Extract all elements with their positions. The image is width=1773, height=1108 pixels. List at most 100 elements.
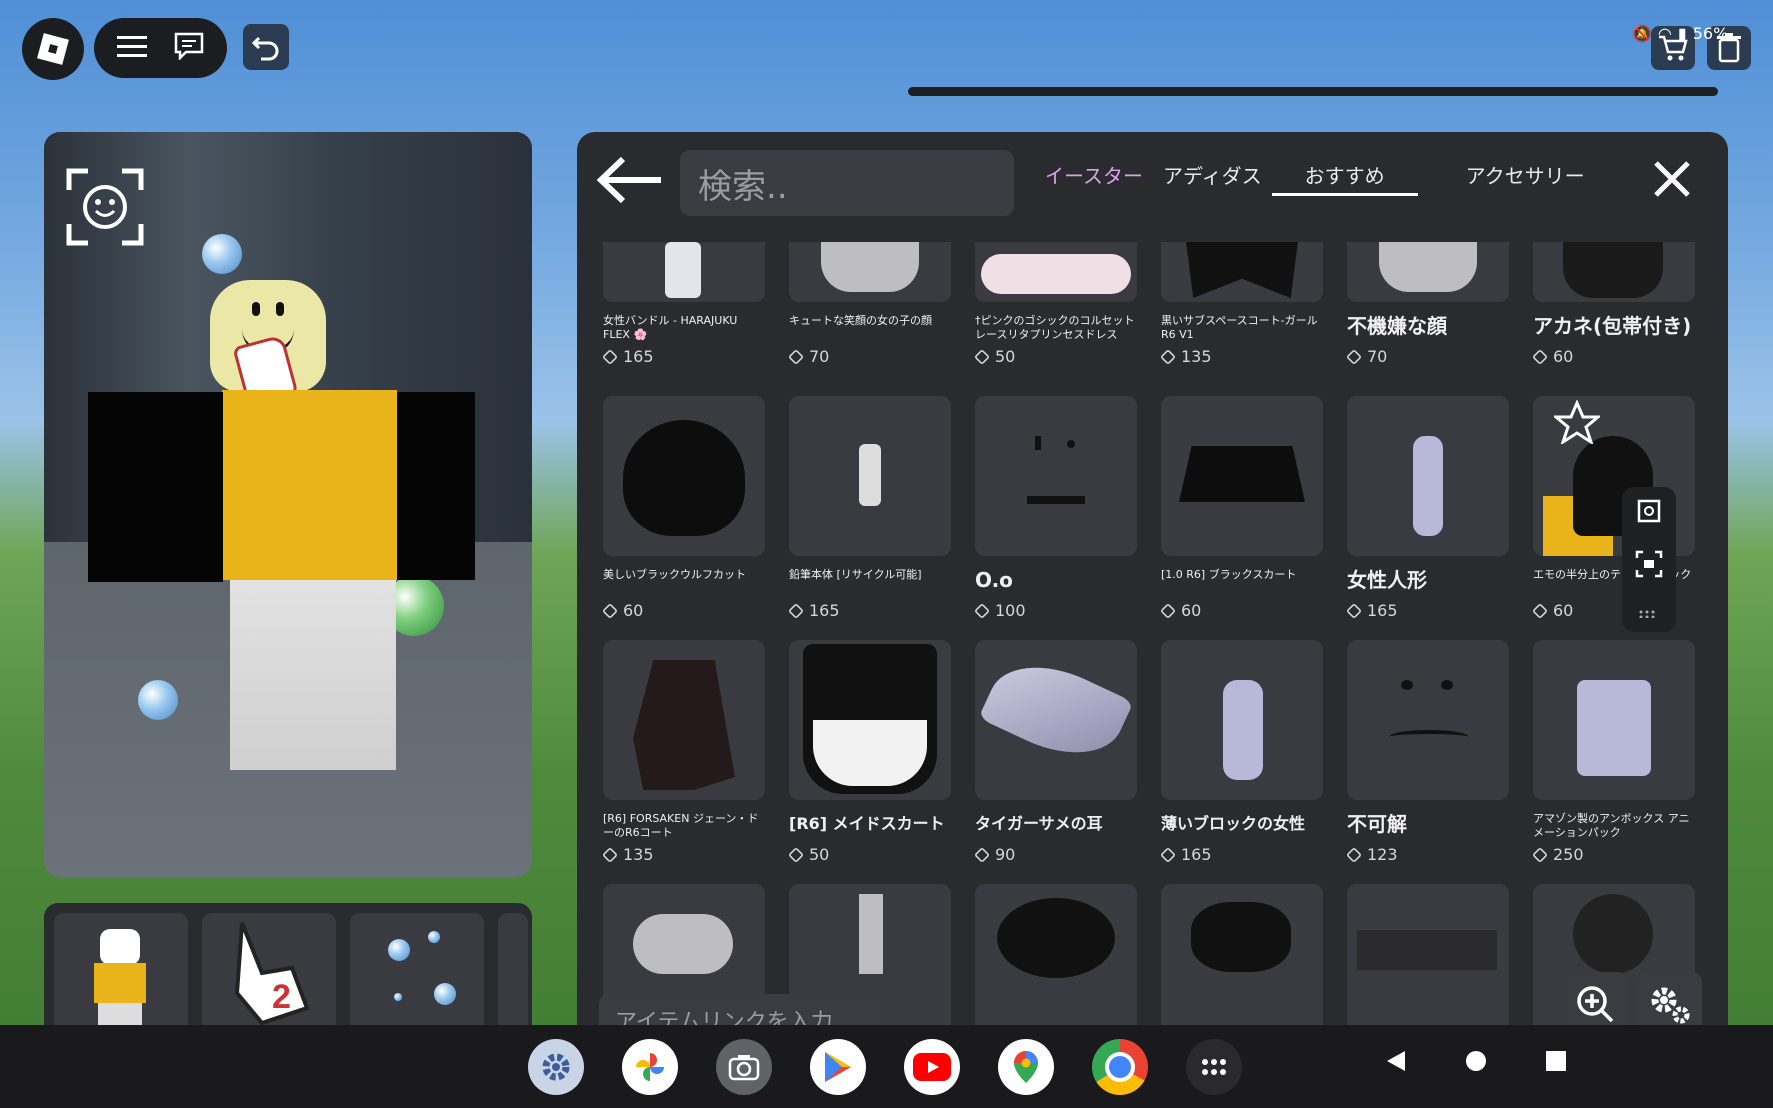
catalog-item[interactable]: 黒いサブスペースコート-ガールR6 V1 135 <box>1160 242 1323 366</box>
catalog-item[interactable]: †ピンクのゴシックのコルセットレースリタプリンセスドレス 50 <box>974 242 1137 366</box>
item-tools <box>1622 487 1676 632</box>
tab-adidas[interactable]: アディダス <box>1153 156 1272 196</box>
robux-icon <box>1532 846 1548 863</box>
chrome-app-icon[interactable] <box>1092 1039 1148 1095</box>
item-thumbnail <box>1161 640 1323 800</box>
item-name: 美しいブラックウルフカット <box>603 568 746 581</box>
catalog-item[interactable]: 女性人形 165 <box>1346 396 1509 620</box>
catalog-item[interactable]: アマゾン製のアンボックス アニメーションパック 250 <box>1532 640 1695 864</box>
close-button[interactable] <box>1647 154 1697 204</box>
app-drawer-icon[interactable] <box>1186 1039 1242 1095</box>
hamburger-menu-icon[interactable] <box>117 34 148 62</box>
avatar-model <box>88 280 514 877</box>
try-on-icon[interactable] <box>1635 497 1663 529</box>
outfit-slot-bubbles[interactable] <box>350 913 484 1033</box>
screenshot-icon[interactable] <box>1635 550 1663 582</box>
item-thumbnail <box>1347 884 1509 1044</box>
catalog-item[interactable]: 薄いブロックの女性 165 <box>1160 640 1323 864</box>
catalog-item[interactable]: [1.0 R6] ブラックスカート 60 <box>1160 396 1323 620</box>
nav-back-icon[interactable] <box>1385 1049 1407 1077</box>
outfit-slot-hand-sign[interactable]: 2 <box>202 913 336 1033</box>
robux-icon <box>1346 348 1362 365</box>
item-thumbnail <box>1533 640 1695 800</box>
drag-handle-icon[interactable] <box>1639 603 1659 622</box>
tab-easter[interactable]: イースター <box>1047 156 1153 196</box>
item-thumbnail <box>1161 884 1323 1044</box>
favorite-star-icon[interactable] <box>1551 399 1603 448</box>
avatar-left-arm <box>88 392 223 582</box>
catalog-item[interactable]: 不機嫌な顔 70 <box>1346 242 1509 366</box>
battery-percent: 56% <box>1692 24 1729 43</box>
item-grid: 女性バンドル - HARAJUKU FLEX 🌸 165 キュートな笑顔の女の子… <box>603 242 1703 1108</box>
catalog-item[interactable]: O.o 100 <box>974 396 1137 620</box>
catalog-item[interactable]: 鉛筆本体 [リサイクル可能] 165 <box>788 396 951 620</box>
robux-icon <box>974 846 990 863</box>
face-capture-icon[interactable] <box>66 168 144 246</box>
category-tabs: イースター アディダス おすすめ アクセサリー <box>1047 156 1595 206</box>
app-dock <box>528 1039 1242 1095</box>
nav-recents-icon[interactable] <box>1545 1050 1567 1076</box>
settings-app-icon[interactable] <box>528 1039 584 1095</box>
item-name: キュートな笑顔の女の子の顔 <box>789 314 932 327</box>
roblox-menu-button[interactable] <box>22 18 84 80</box>
catalog-item[interactable]: キュートな笑顔の女の子の顔 70 <box>788 242 951 366</box>
item-name: [R6] FORSAKEN ジェーン・ドーのR6コート <box>603 812 759 839</box>
hud-menu-pill <box>94 18 227 78</box>
item-name: †ピンクのゴシックのコルセットレースリタプリンセスドレス <box>975 314 1135 341</box>
item-price: 60 <box>1160 601 1323 620</box>
bubble-decoration <box>202 234 242 274</box>
wifi-icon: ◠ <box>1657 24 1672 43</box>
nav-home-icon[interactable] <box>1465 1050 1487 1076</box>
outfit-slot-avatar[interactable] <box>54 913 188 1033</box>
avatar-preview[interactable] <box>44 132 532 877</box>
camera-app-icon[interactable] <box>716 1039 772 1095</box>
item-price: 50 <box>974 347 1137 366</box>
back-button[interactable] <box>593 152 667 208</box>
robux-icon <box>1160 348 1176 365</box>
robux-icon <box>788 348 804 365</box>
outfit-slot-more[interactable] <box>498 913 528 1033</box>
catalog-item[interactable]: 不可解 123 <box>1346 640 1509 864</box>
catalog-item[interactable] <box>975 884 1137 1044</box>
item-thumbnail <box>1533 242 1695 302</box>
catalog-item[interactable]: タイガーサメの耳 90 <box>974 640 1137 864</box>
item-name: アカネ(包帯付き) <box>1533 314 1692 338</box>
play-store-app-icon[interactable] <box>810 1039 866 1095</box>
robux-icon <box>603 846 618 863</box>
item-thumbnail <box>789 396 951 556</box>
chat-icon[interactable] <box>174 32 204 64</box>
search-placeholder: 検索.. <box>698 166 788 207</box>
item-name: 不機嫌な顔 <box>1347 314 1447 338</box>
item-price: 165 <box>1160 845 1323 864</box>
youtube-app-icon[interactable] <box>904 1039 960 1095</box>
undo-button[interactable] <box>243 24 289 70</box>
item-price: 60 <box>1532 347 1695 366</box>
maps-app-icon[interactable] <box>998 1039 1054 1095</box>
navigation-keys <box>1385 1049 1567 1077</box>
catalog-item[interactable]: [R6] メイドスカート 50 <box>788 640 951 864</box>
robux-icon <box>788 846 804 863</box>
item-price: 123 <box>1346 845 1509 864</box>
item-thumbnail <box>1161 242 1323 302</box>
tab-recommended[interactable]: おすすめ <box>1271 156 1418 196</box>
hand-2-icon: 2 <box>234 922 310 1026</box>
item-name: [R6] メイドスカート <box>789 814 945 833</box>
mute-icon: 🔕 <box>1632 24 1652 43</box>
search-input[interactable]: 検索.. <box>680 150 1014 216</box>
catalog-item[interactable] <box>1161 884 1323 1044</box>
catalog-item[interactable]: アカネ(包帯付き) 60 <box>1532 242 1695 366</box>
avatar-right-arm <box>397 392 475 580</box>
item-name: 不可解 <box>1347 812 1407 836</box>
catalog-item[interactable]: [R6] FORSAKEN ジェーン・ドーのR6コート 135 <box>603 640 765 864</box>
photos-app-icon[interactable] <box>622 1039 678 1095</box>
item-thumbnail <box>975 242 1137 302</box>
item-price: 100 <box>974 601 1137 620</box>
close-icon <box>1654 161 1690 197</box>
catalog-item[interactable]: 女性バンドル - HARAJUKU FLEX 🌸 165 <box>603 242 765 366</box>
item-price: 165 <box>788 601 951 620</box>
item-price: 165 <box>603 347 765 366</box>
catalog-item[interactable] <box>1347 884 1509 1044</box>
item-price: 70 <box>788 347 951 366</box>
tab-accessories[interactable]: アクセサリー <box>1456 156 1595 196</box>
catalog-item[interactable]: 美しいブラックウルフカット 60 <box>603 396 765 620</box>
